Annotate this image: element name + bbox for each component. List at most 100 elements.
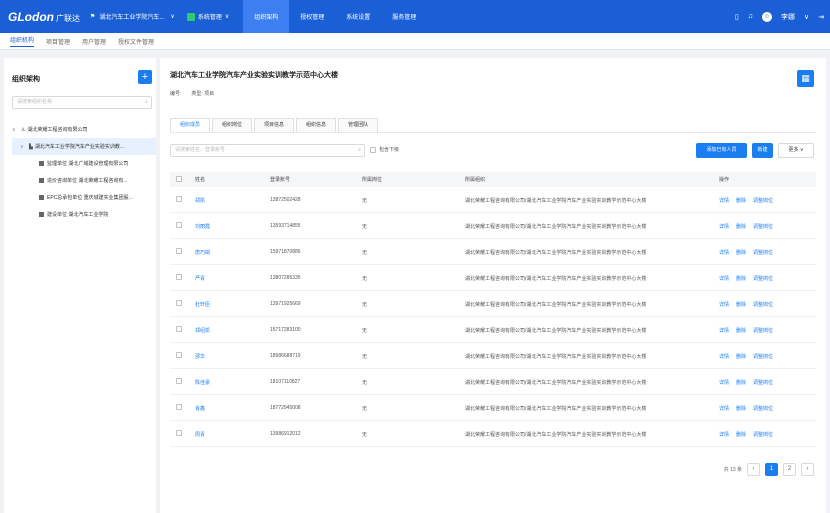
select-all-checkbox[interactable] — [176, 175, 182, 182]
logout-icon[interactable]: ⇥ — [818, 13, 824, 21]
member-name[interactable]: 陈佳豪 — [195, 379, 270, 386]
include-sub-checkbox[interactable]: 包含下级 — [370, 146, 399, 153]
tab-project-info[interactable]: 项目信息 — [254, 118, 295, 132]
mobile-icon[interactable]: ▯ — [735, 13, 739, 21]
checkbox[interactable] — [370, 146, 376, 153]
bell-icon[interactable]: ♫ — [748, 13, 753, 20]
detail-link[interactable]: 详情 — [719, 431, 729, 438]
new-button[interactable]: 新建 — [752, 143, 773, 158]
project-selector[interactable]: ⚑ 湖北汽车工业学院汽车... ∨ — [90, 12, 175, 21]
detail-link[interactable]: 详情 — [719, 197, 729, 204]
row-checkbox[interactable] — [176, 248, 182, 254]
member-search-input[interactable]: 请搜索姓名、登录账号 ⌕ — [170, 144, 365, 157]
delete-link[interactable]: 删除 — [736, 275, 746, 282]
row-checkbox[interactable] — [176, 404, 182, 410]
member-name[interactable]: 刘丽霞 — [195, 223, 270, 230]
member-post: 无 — [362, 275, 368, 282]
subnav-project[interactable]: 项目管理 — [46, 37, 70, 46]
chevron-down-icon[interactable]: ∨ — [804, 13, 809, 21]
member-name[interactable]: 邵华 — [195, 353, 270, 360]
member-name[interactable]: 唐巧娟 — [195, 249, 270, 256]
next-page-button[interactable]: › — [801, 463, 814, 476]
avatar[interactable]: ☺ — [762, 11, 772, 22]
detail-link[interactable]: 详情 — [719, 249, 729, 256]
system-selector[interactable]: 系统管理 ∨ — [186, 12, 229, 21]
prev-page-button[interactable]: ‹ — [747, 463, 760, 476]
detail-link[interactable]: 详情 — [719, 301, 729, 308]
org-search-input[interactable]: 请搜索组织名称 ⌕ — [12, 96, 152, 109]
chevron-down-icon[interactable]: ∨ — [20, 144, 26, 150]
subnav-license[interactable]: 授权文件管理 — [118, 37, 154, 46]
adjust-post-link[interactable]: 调整岗位 — [753, 275, 773, 282]
row-checkbox[interactable] — [176, 274, 182, 280]
table-header: 姓名 登录账号 所属岗位 所属组织 操作 — [170, 172, 816, 187]
unit-icon — [39, 195, 44, 200]
user-name[interactable]: 李娜 — [781, 12, 795, 22]
adjust-post-link[interactable]: 调整岗位 — [753, 197, 773, 204]
row-checkbox[interactable] — [176, 430, 182, 436]
tree-node[interactable]: 建设单位 湖北汽车工业学院 — [12, 206, 156, 223]
tree-node[interactable]: 监理单位 湖北广域建设管理有限公司 — [12, 155, 156, 172]
delete-link[interactable]: 删除 — [736, 431, 746, 438]
system-icon — [186, 12, 195, 21]
nav-auth[interactable]: 授权管理 — [289, 0, 335, 33]
main-panel: 湖北汽车工业学院汽车产业实验实训教学示范中心大楼 编号: 类型: 项目 ▦ 组织… — [160, 58, 826, 513]
detail-link[interactable]: 详情 — [719, 353, 729, 360]
detail-link[interactable]: 详情 — [719, 405, 729, 412]
member-name[interactable]: 严青 — [195, 275, 270, 282]
tab-members[interactable]: 组织成员 — [170, 118, 211, 132]
add-org-button[interactable]: + — [138, 70, 152, 84]
nav-service[interactable]: 服务管理 — [381, 0, 427, 33]
chevron-down-icon[interactable]: ∨ — [12, 127, 18, 133]
adjust-post-link[interactable]: 调整岗位 — [753, 223, 773, 230]
subnav-user[interactable]: 用户管理 — [82, 37, 106, 46]
member-name[interactable]: 郑绍凯 — [195, 327, 270, 334]
adjust-post-link[interactable]: 调整岗位 — [753, 301, 773, 308]
tree-node[interactable]: ∨ ▙ 湖北汽车工业学院汽车产业实验实训教... — [12, 138, 156, 155]
adjust-post-link[interactable]: 调整岗位 — [753, 379, 773, 386]
delete-link[interactable]: 删除 — [736, 405, 746, 412]
more-button[interactable]: 更多 ∨ — [778, 143, 814, 158]
delete-link[interactable]: 删除 — [736, 301, 746, 308]
delete-link[interactable]: 删除 — [736, 249, 746, 256]
detail-link[interactable]: 详情 — [719, 223, 729, 230]
tab-team[interactable]: 管理团队 — [338, 118, 379, 132]
tab-posts[interactable]: 组织岗位 — [212, 118, 253, 132]
member-name[interactable]: 郑凯 — [195, 197, 270, 204]
adjust-post-link[interactable]: 调整岗位 — [753, 249, 773, 256]
adjust-post-link[interactable]: 调整岗位 — [753, 405, 773, 412]
detail-link[interactable]: 详情 — [719, 379, 729, 386]
member-name[interactable]: 周青 — [195, 431, 270, 438]
detail-link[interactable]: 详情 — [719, 327, 729, 334]
tree-node[interactable]: 造价咨询单位 湖北荣耀工程咨询有... — [12, 172, 156, 189]
delete-link[interactable]: 删除 — [736, 223, 746, 230]
delete-link[interactable]: 删除 — [736, 197, 746, 204]
row-checkbox[interactable] — [176, 196, 182, 202]
member-org: 湖北荣耀工程咨询有限公司/湖北汽车工业学院汽车产业实验实训教学示范中心大楼 — [465, 405, 647, 412]
member-account: 18107110827 — [270, 379, 301, 385]
row-checkbox[interactable] — [176, 300, 182, 306]
row-checkbox[interactable] — [176, 326, 182, 332]
row-checkbox[interactable] — [176, 222, 182, 228]
member-name[interactable]: 肖鑫 — [195, 405, 270, 412]
adjust-post-link[interactable]: 调整岗位 — [753, 353, 773, 360]
delete-link[interactable]: 删除 — [736, 379, 746, 386]
tree-node[interactable]: ∨ ♙ 湖北荣耀工程咨询有限公司 — [12, 121, 156, 138]
tree-node[interactable]: EPC总承包单位 重庆城建实业集团股... — [12, 189, 156, 206]
detail-link[interactable]: 详情 — [719, 275, 729, 282]
nav-org[interactable]: 组织架构 — [243, 0, 290, 33]
nav-settings[interactable]: 系统设置 — [335, 0, 381, 33]
row-checkbox[interactable] — [176, 378, 182, 384]
row-checkbox[interactable] — [176, 352, 182, 358]
member-name[interactable]: 杜轩臣 — [195, 301, 270, 308]
delete-link[interactable]: 删除 — [736, 353, 746, 360]
page-2-button[interactable]: 2 — [783, 463, 796, 476]
adjust-post-link[interactable]: 调整岗位 — [753, 327, 773, 334]
tab-org-info[interactable]: 组织信息 — [296, 118, 337, 132]
delete-link[interactable]: 删除 — [736, 327, 746, 334]
page-1-button[interactable]: 1 — [765, 463, 778, 476]
add-existing-member-button[interactable]: 添加已有人员 — [696, 143, 747, 158]
adjust-post-link[interactable]: 调整岗位 — [753, 431, 773, 438]
qr-code-icon[interactable]: ▦ — [797, 70, 814, 87]
subnav-org[interactable]: 组织机构 — [10, 35, 35, 47]
